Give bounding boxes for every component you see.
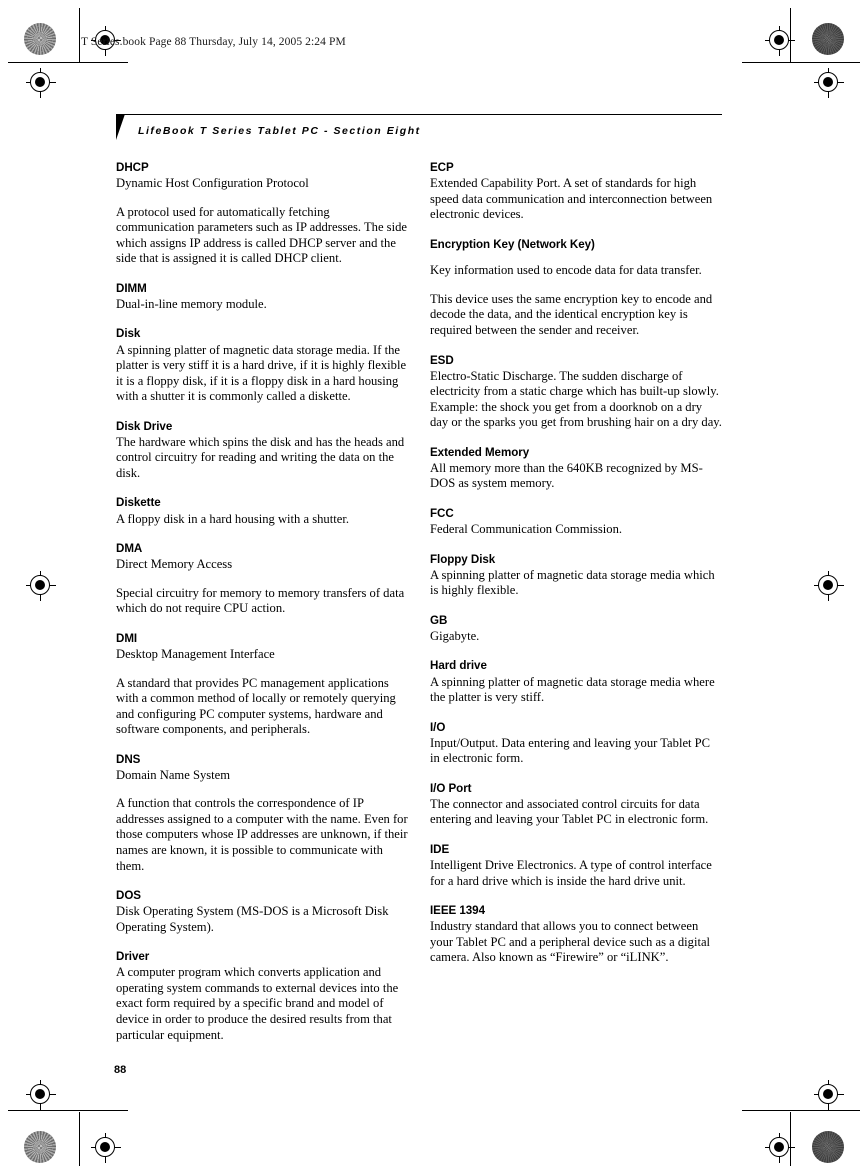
glossary-definition: Intelligent Drive Electronics. A type of… <box>430 858 712 888</box>
registration-target-middle-right <box>812 569 846 603</box>
glossary-definition: Special circuitry for memory to memory t… <box>116 585 405 616</box>
glossary-term: Driver <box>116 950 150 964</box>
glossary-definition: A spinning platter of magnetic data stor… <box>430 674 715 705</box>
glossary-term: Diskette <box>116 496 161 510</box>
glossary-term: Hard drive <box>430 659 487 673</box>
glossary-definition: A spinning platter of magnetic data stor… <box>116 342 407 404</box>
glossary-definition: Federal Communication Commission. <box>430 522 623 537</box>
glossary-definition: Domain Name System <box>116 767 231 782</box>
glossary-definition: A protocol used for automatically fetchi… <box>116 204 407 266</box>
glossary-term: DIMM <box>116 281 147 295</box>
glossary-term: FCC <box>430 506 454 520</box>
crop-line-bottom-left-horizontal <box>8 1110 128 1111</box>
crop-line-bottom-right-horizontal <box>742 1110 860 1111</box>
glossary-definition: A function that controls the corresponde… <box>116 796 408 873</box>
glossary-definition: A standard that provides PC management a… <box>116 675 396 737</box>
section-header-rule <box>116 114 722 116</box>
glossary-term: Extended Memory <box>430 445 530 459</box>
glossary-term: GB <box>430 613 448 627</box>
glossary-definition: Dual-in-line memory module. <box>116 296 267 311</box>
registration-target-middle-left <box>24 569 58 603</box>
density-patch-bottom-left <box>24 1131 56 1163</box>
density-patch-bottom-right <box>812 1131 844 1163</box>
glossary-term: Encryption Key (Network Key) <box>430 237 595 251</box>
registration-target-top-right-outer <box>812 66 846 100</box>
glossary-term: Disk <box>116 327 141 341</box>
registration-target-bottom-right-outer <box>812 1078 846 1112</box>
glossary-definition: All memory more than the 640KB recognize… <box>430 460 703 491</box>
glossary-definition: Extended Capability Port. A set of stand… <box>430 176 713 222</box>
glossary-term: Disk Drive <box>116 419 173 433</box>
crop-line-top-left-horizontal <box>8 62 128 63</box>
glossary-definition: Direct Memory Access <box>116 557 233 572</box>
glossary-term: IDE <box>430 843 450 857</box>
glossary-term: I/O <box>430 720 446 734</box>
glossary-term: DMI <box>116 631 138 645</box>
glossary-definition: Key information used to encode data for … <box>430 263 702 278</box>
glossary-definition: The hardware which spins the disk and ha… <box>116 434 405 480</box>
registration-target-top-right-inner <box>763 24 797 58</box>
glossary-definition: Gigabyte. <box>430 628 480 643</box>
glossary-definition: A floppy disk in a hard housing with a s… <box>116 511 349 526</box>
glossary-term: DHCP <box>116 161 149 174</box>
section-header-flag-icon <box>116 114 125 140</box>
glossary-definition: A computer program which converts applic… <box>116 965 399 1042</box>
crop-line-bottom-right-vertical <box>790 1112 791 1166</box>
registration-target-bottom-left-outer <box>24 1078 58 1112</box>
crop-line-bottom-left-vertical <box>79 1112 80 1166</box>
glossary-definition: Industry standard that allows you to con… <box>430 919 711 965</box>
glossary-definition: Desktop Management Interface <box>116 646 275 661</box>
glossary-definition: A spinning platter of magnetic data stor… <box>430 567 715 598</box>
registration-target-bottom-left-inner <box>89 1131 123 1165</box>
glossary-term: DMA <box>116 542 143 556</box>
registration-target-bottom-right-inner <box>763 1131 797 1165</box>
glossary-term: Floppy Disk <box>430 552 496 566</box>
glossary-term: IEEE 1394 <box>430 904 485 918</box>
glossary-term: I/O Port <box>430 781 472 795</box>
crop-line-top-right-vertical <box>790 8 791 62</box>
glossary-definition: The connector and associated control cir… <box>430 796 709 827</box>
density-patch-top-right <box>812 23 844 55</box>
glossary-definition: This device uses the same encryption key… <box>430 291 713 337</box>
page-number: 88 <box>114 1064 127 1076</box>
glossary-definition: Dynamic Host Configuration Protocol <box>116 176 309 191</box>
glossary-column-right: ECP Extended Capability Port. A set of st… <box>430 160 722 966</box>
crop-line-top-left-vertical <box>79 8 80 62</box>
glossary-definition: Disk Operating System (MS-DOS is a Micro… <box>116 904 389 934</box>
glossary-definition: Input/Output. Data entering and leaving … <box>430 735 711 766</box>
glossary-term: DNS <box>116 752 141 766</box>
glossary-term: ECP <box>430 161 454 174</box>
crop-line-top-right-horizontal <box>742 62 860 63</box>
section-header-title: LifeBook T Series Tablet PC - Section Ei… <box>138 125 421 137</box>
density-patch-top-left <box>24 23 56 55</box>
glossary-term: ESD <box>430 353 454 367</box>
file-stamp: T Series.book Page 88 Thursday, July 14,… <box>81 36 346 48</box>
registration-target-top-left-outer <box>24 66 58 100</box>
glossary-column-left: DHCP Dynamic Host Configuration Protocol A… <box>116 160 408 1043</box>
glossary-definition: Electro-Static Discharge. The sudden dis… <box>430 368 722 430</box>
glossary-term: DOS <box>116 889 141 903</box>
